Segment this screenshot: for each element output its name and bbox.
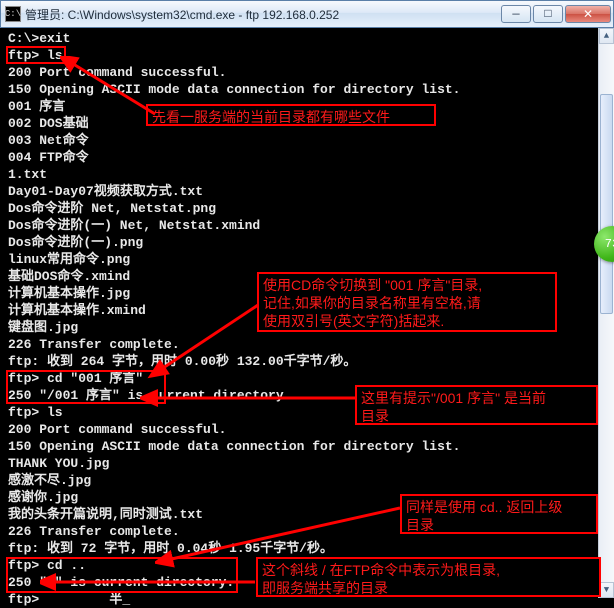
annot-2: 使用CD命令切换到 "001 序言"目录, 记住,如果你的目录名称里有空格,请 … xyxy=(257,272,557,332)
annot-5: 这个斜线 / 在FTP命令中表示为根目录, 即服务端共享的目录 xyxy=(256,557,601,597)
scroll-track[interactable] xyxy=(599,44,614,582)
terminal-line: ftp> ls xyxy=(8,47,606,64)
terminal-line: THANK YOU.jpg xyxy=(8,455,606,472)
terminal-line: Dos命令进阶(一).png xyxy=(8,234,606,251)
close-button[interactable]: ✕ xyxy=(565,5,611,23)
terminal-line: Day01-Day07视频获取方式.txt xyxy=(8,183,606,200)
scroll-up-button[interactable]: ▲ xyxy=(599,28,614,44)
terminal-line: 1.txt xyxy=(8,166,606,183)
terminal-line: 200 Port command successful. xyxy=(8,64,606,81)
terminal-line: Dos命令进阶(一) Net, Netstat.xmind xyxy=(8,217,606,234)
window-buttons: — □ ✕ xyxy=(499,5,611,23)
cmd-icon: C:\ xyxy=(5,6,21,22)
terminal-line: 003 Net命令 xyxy=(8,132,606,149)
annot-3: 这里有提示"/001 序言" 是当前 目录 xyxy=(355,385,598,425)
terminal-line: 感激不尽.jpg xyxy=(8,472,606,489)
terminal-line: ftp: 收到 264 字节，用时 0.00秒 132.00千字节/秒。 xyxy=(8,353,606,370)
vertical-scrollbar[interactable]: ▲ ▼ xyxy=(598,28,614,598)
window-title: 管理员: C:\Windows\system32\cmd.exe - ftp 1… xyxy=(25,6,499,23)
terminal-line: Dos命令进阶 Net, Netstat.png xyxy=(8,200,606,217)
terminal-line: ftp: 收到 72 字节，用时 0.04秒 1.95千字节/秒。 xyxy=(8,540,606,557)
terminal-line: linux常用命令.png xyxy=(8,251,606,268)
titlebar: C:\ 管理员: C:\Windows\system32\cmd.exe - f… xyxy=(0,0,614,28)
scroll-thumb[interactable] xyxy=(600,94,613,314)
minimize-button[interactable]: — xyxy=(501,5,531,23)
annot-4: 同样是使用 cd.. 返回上级 目录 xyxy=(400,494,598,534)
terminal-line: 226 Transfer complete. xyxy=(8,336,606,353)
annot-1: 先看一服务端的当前目录都有哪些文件 xyxy=(146,104,436,126)
terminal-line: C:\>exit xyxy=(8,30,606,47)
scroll-down-button[interactable]: ▼ xyxy=(599,582,614,598)
terminal-line: 004 FTP命令 xyxy=(8,149,606,166)
maximize-button[interactable]: □ xyxy=(533,5,563,23)
terminal-line: 150 Opening ASCII mode data connection f… xyxy=(8,438,606,455)
terminal-line: 150 Opening ASCII mode data connection f… xyxy=(8,81,606,98)
